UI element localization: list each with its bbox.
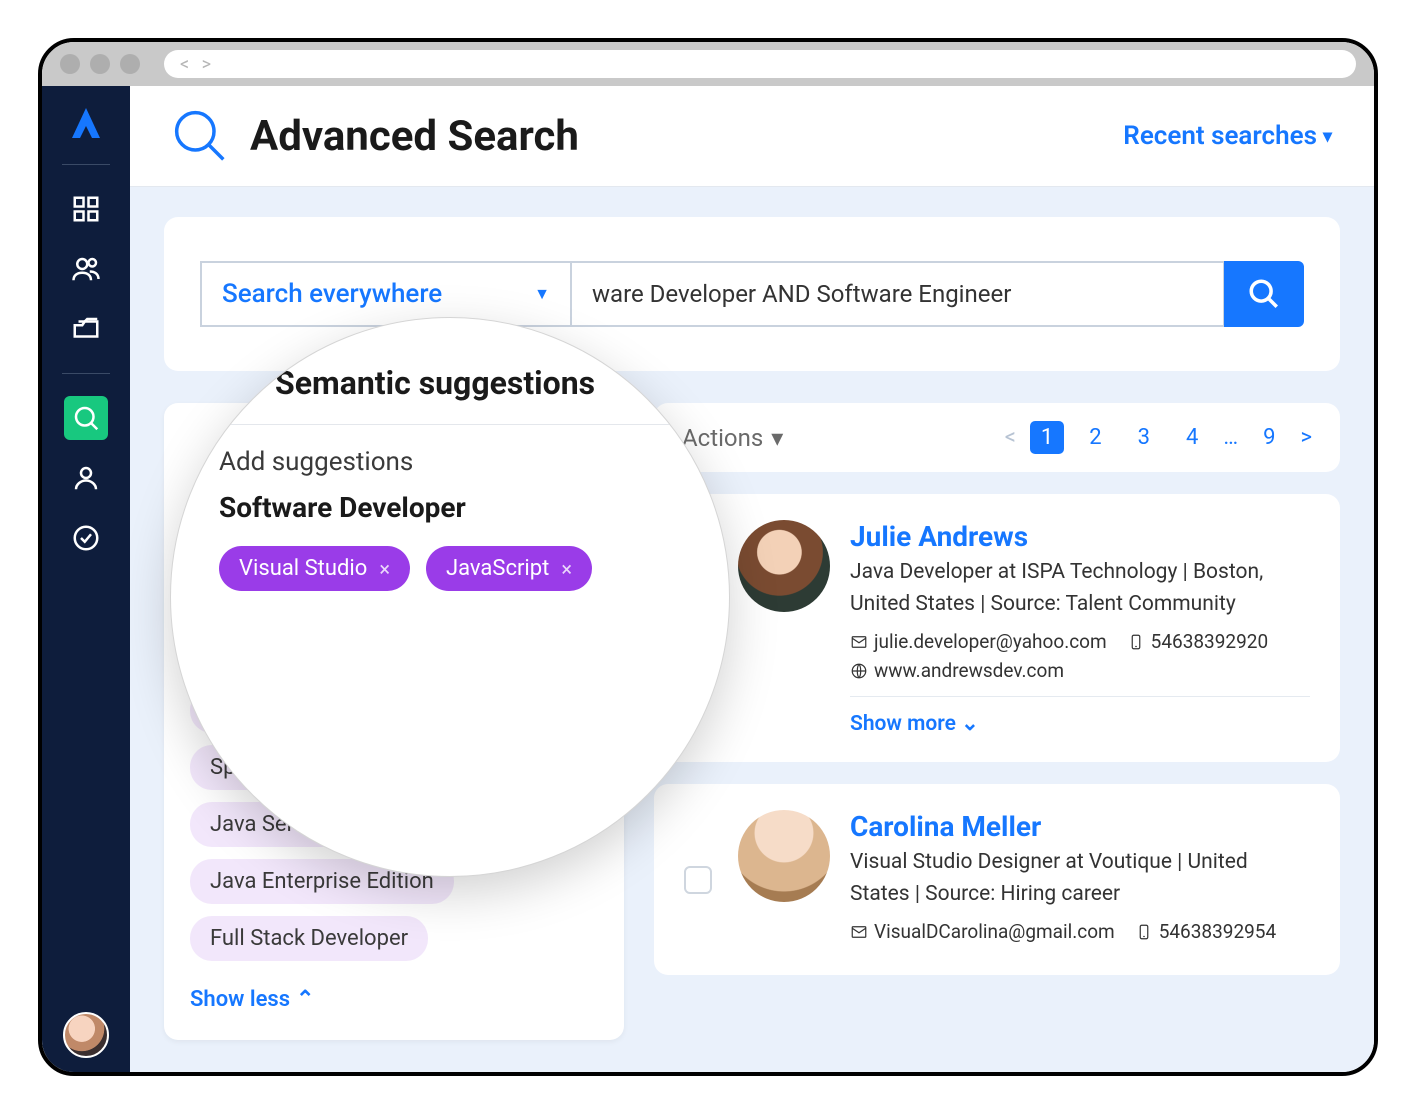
nav-approved[interactable] xyxy=(64,516,108,560)
page-next[interactable]: > xyxy=(1300,425,1312,450)
nav-folders[interactable] xyxy=(64,307,108,351)
candidate-avatar[interactable] xyxy=(738,520,830,612)
page-prev[interactable]: < xyxy=(1005,425,1016,450)
active-suggestion-tag[interactable]: JavaScript× xyxy=(426,546,592,591)
nav-profile[interactable] xyxy=(64,456,108,500)
recent-searches-dropdown[interactable]: Recent searches ▾ xyxy=(1123,121,1332,151)
remove-tag-icon[interactable]: × xyxy=(379,557,390,581)
show-more-button[interactable]: Show more ⌄ xyxy=(850,711,1310,736)
candidate-phone[interactable]: 54638392954 xyxy=(1135,920,1276,943)
candidate-meta: Visual Studio Designer at Voutique | Uni… xyxy=(850,847,1310,910)
caret-down-icon: ▼ xyxy=(534,284,550,304)
show-less-button[interactable]: Show less ⌃ xyxy=(190,987,598,1012)
candidate-email[interactable]: VisualDCarolina@gmail.com xyxy=(850,920,1115,943)
candidate-email[interactable]: julie.developer@yahoo.com xyxy=(850,630,1107,653)
candidate-avatar[interactable] xyxy=(738,810,830,902)
candidate-meta: Java Developer at ISPA Technology | Bost… xyxy=(850,557,1310,620)
caret-down-icon: ▾ xyxy=(1323,126,1332,147)
chevron-up-icon: ⌃ xyxy=(296,987,314,1012)
search-scope-dropdown[interactable]: Search everywhere ▼ xyxy=(202,263,572,325)
page-number[interactable]: 1 xyxy=(1030,421,1064,454)
nav-dashboard[interactable] xyxy=(64,187,108,231)
search-query-input[interactable]: ware Developer AND Software Engineer xyxy=(572,263,1223,325)
main-content: Advanced Search Recent searches ▾ Search… xyxy=(130,86,1374,1072)
results-toolbar: Actions ▾ < 1 2 3 4 … 9 > xyxy=(654,403,1340,472)
lens-term: Software Developer xyxy=(219,491,681,524)
active-suggestion-tag[interactable]: Visual Studio× xyxy=(219,546,410,591)
lens-title: Semantic suggestions xyxy=(275,364,595,402)
candidate-name[interactable]: Carolina Meller xyxy=(850,810,1310,843)
browser-chrome: < > xyxy=(42,42,1374,86)
result-card: Carolina Meller Visual Studio Designer a… xyxy=(654,784,1340,975)
page-number[interactable]: 3 xyxy=(1127,421,1161,454)
magnifier-lens: Searvarch everywhere ▼ Semantic suggesti… xyxy=(170,317,730,877)
candidate-website[interactable]: www.andrewsdev.com xyxy=(850,659,1064,682)
traffic-light-min[interactable] xyxy=(90,54,110,74)
search-icon xyxy=(172,108,228,164)
app-logo[interactable] xyxy=(66,104,106,148)
remove-tag-icon[interactable]: × xyxy=(561,557,572,581)
search-submit-button[interactable] xyxy=(1224,261,1304,327)
traffic-light-close[interactable] xyxy=(60,54,80,74)
caret-down-icon: ▾ xyxy=(771,424,783,452)
candidate-name[interactable]: Julie Andrews xyxy=(850,520,1310,553)
sidebar xyxy=(42,86,130,1072)
candidate-phone[interactable]: 54638392920 xyxy=(1127,630,1268,653)
page-number[interactable]: 4 xyxy=(1175,421,1209,454)
suggestion-tag[interactable]: Full Stack Developer xyxy=(190,916,428,961)
page-ellipsis: … xyxy=(1223,425,1238,450)
user-avatar[interactable] xyxy=(63,1012,109,1058)
recent-searches-label: Recent searches xyxy=(1123,121,1317,151)
app-window: < > xyxy=(38,38,1378,1076)
search-scope-label: Search everywhere xyxy=(222,279,442,309)
apple-icon xyxy=(219,364,257,402)
nav-search[interactable] xyxy=(64,396,108,440)
result-card: Julie Andrews Java Developer at ISPA Tec… xyxy=(654,494,1340,762)
nav-people[interactable] xyxy=(64,247,108,291)
traffic-light-max[interactable] xyxy=(120,54,140,74)
address-bar[interactable]: < > xyxy=(164,50,1356,78)
page-header: Advanced Search Recent searches ▾ xyxy=(130,86,1374,187)
page-number[interactable]: 2 xyxy=(1078,421,1112,454)
chevron-down-icon: ⌄ xyxy=(961,712,979,736)
page-title: Advanced Search xyxy=(250,112,579,161)
page-number[interactable]: 9 xyxy=(1252,421,1286,454)
pagination: < 1 2 3 4 … 9 > xyxy=(1005,421,1312,454)
lens-subtitle: Add suggestions xyxy=(219,447,681,477)
